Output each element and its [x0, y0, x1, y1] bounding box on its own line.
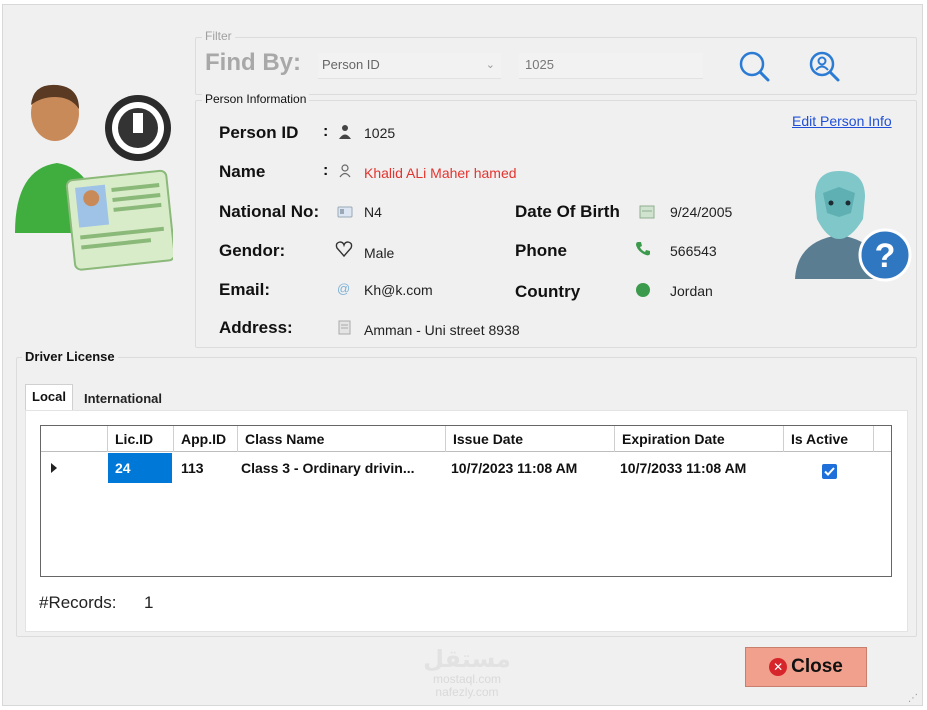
- close-button[interactable]: ✕ Close: [745, 647, 867, 687]
- cell-class-name[interactable]: Class 3 - Ordinary drivin...: [234, 453, 440, 483]
- row-selector-arrow-icon: [51, 463, 57, 473]
- chevron-down-icon: ⌄: [485, 59, 495, 71]
- close-button-label: Close: [791, 656, 843, 677]
- licenses-grid[interactable]: Lic.ID App.ID Class Name Issue Date Expi…: [40, 425, 892, 577]
- cell-app-id[interactable]: 113: [174, 453, 238, 483]
- edit-person-info-link[interactable]: Edit Person Info: [792, 113, 892, 129]
- search-input-value: 1025: [525, 57, 554, 72]
- check-icon: [824, 467, 835, 476]
- column-header-issue-date[interactable]: Issue Date: [446, 426, 615, 452]
- close-icon: ✕: [769, 658, 788, 676]
- phone-icon: [636, 242, 650, 256]
- column-header-app-id[interactable]: App.ID: [174, 426, 238, 452]
- column-header-lic-id[interactable]: Lic.ID: [108, 426, 174, 452]
- address-value: Amman - Uni street 8938: [364, 322, 520, 338]
- svg-text:?: ?: [875, 237, 896, 275]
- gender-icon: [335, 241, 353, 258]
- person-license-icon: [15, 84, 173, 271]
- name-label: Name: [219, 162, 266, 181]
- national-no-label: National No:: [219, 202, 320, 221]
- id-card-icon: [337, 206, 353, 218]
- watermark-line-2: nafezly.com: [435, 685, 499, 699]
- search-input[interactable]: 1025: [519, 53, 703, 79]
- watermark: مستقل mostaql.com nafezly.com: [407, 647, 527, 699]
- person-information-legend: Person Information: [202, 92, 310, 106]
- person-id-label: Person ID: [219, 123, 299, 142]
- date-of-birth-label: Date Of Birth: [515, 202, 620, 221]
- driver-license-legend: Driver License: [22, 349, 118, 364]
- find-by-label: Find By:: [205, 49, 301, 76]
- cell-lic-id[interactable]: 24: [108, 453, 172, 483]
- cell-expiration-date[interactable]: 10/7/2033 11:08 AM: [613, 453, 782, 483]
- grid-header-row: Lic.ID App.ID Class Name Issue Date Expi…: [41, 426, 891, 452]
- national-no-value: N4: [364, 204, 382, 220]
- watermark-logo: مستقل: [423, 646, 511, 673]
- address-icon: [338, 320, 351, 335]
- phone-value: 566543: [670, 243, 717, 259]
- license-history-window: Filter Find By: Person ID ⌄ 1025 Person …: [2, 4, 923, 706]
- find-by-selected: Person ID: [322, 57, 380, 72]
- filter-legend: Filter: [202, 29, 235, 43]
- country-value: Jordan: [670, 283, 713, 299]
- gendor-value: Male: [364, 245, 395, 261]
- tab-international[interactable]: International: [78, 387, 168, 411]
- search-icon[interactable]: [737, 49, 771, 83]
- find-by-combobox[interactable]: Person ID ⌄: [318, 53, 501, 79]
- records-label: #Records:: [39, 593, 117, 612]
- address-label: Address:: [219, 318, 293, 337]
- column-header-is-active[interactable]: Is Active: [784, 426, 874, 452]
- date-of-birth-value: 9/24/2005: [670, 204, 733, 220]
- calendar-icon: [639, 205, 655, 219]
- person-id-value: 1025: [364, 125, 396, 141]
- globe-icon: [636, 283, 650, 297]
- unknown-person-icon: ?: [795, 171, 912, 282]
- name-colon: :: [323, 162, 329, 179]
- country-label: Country: [515, 282, 581, 301]
- phone-label: Phone: [515, 241, 567, 260]
- column-header-class-name[interactable]: Class Name: [238, 426, 446, 452]
- person-id-icon: [339, 125, 351, 139]
- email-icon: @: [337, 281, 351, 296]
- search-person-icon[interactable]: [807, 49, 841, 83]
- email-value: Kh@k.com: [364, 282, 433, 298]
- records-count: 1: [144, 593, 154, 612]
- column-header-expiration-date[interactable]: Expiration Date: [615, 426, 784, 452]
- name-value: Khalid ALi Maher hamed: [364, 165, 517, 181]
- cell-issue-date[interactable]: 10/7/2023 11:08 AM: [444, 453, 613, 483]
- is-active-checkbox[interactable]: [822, 464, 837, 479]
- gendor-label: Gendor:: [219, 241, 286, 260]
- email-label: Email:: [219, 280, 271, 299]
- person-id-colon: :: [323, 123, 329, 140]
- grid-header-rowselector: [41, 426, 108, 452]
- user-icon: [339, 164, 351, 178]
- resize-grip-icon[interactable]: ⋰: [908, 693, 918, 704]
- tab-local[interactable]: Local: [25, 384, 73, 411]
